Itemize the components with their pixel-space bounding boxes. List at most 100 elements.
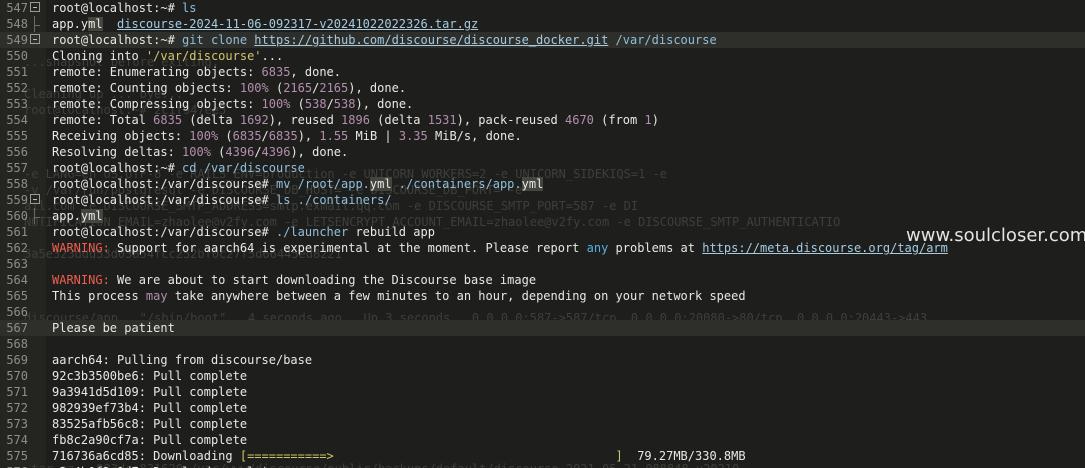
terminal-line[interactable]: 558 root@localhost:/var/discourse# mv /ro… bbox=[0, 176, 1085, 192]
text-segment: 2165 bbox=[319, 81, 349, 95]
text-segment: 6835 bbox=[232, 129, 262, 143]
text-segment: ), done. bbox=[290, 145, 349, 159]
text-segment: ), reused bbox=[268, 113, 342, 127]
terminal-line[interactable]: 548 app.yml discourse-2024-11-06-092317-v… bbox=[0, 16, 1085, 32]
terminal-line[interactable]: 564 WARNING: We are about to start downlo… bbox=[0, 272, 1085, 288]
terminal-line[interactable]: 574 fb8c2a90cf7a: Pull complete bbox=[0, 432, 1085, 448]
terminal-line[interactable]: 566 bbox=[0, 304, 1085, 320]
terminal-line[interactable]: 565 This process may take anywhere betwee… bbox=[0, 288, 1085, 304]
terminal-line[interactable]: 550 Cloning into '/var/discourse'... bbox=[0, 48, 1085, 64]
text-segment: '/var/discourse' bbox=[145, 49, 262, 63]
terminal-line[interactable]: 555 Receiving objects: 100% (6835/6835), … bbox=[0, 128, 1085, 144]
text-segment: 6835 bbox=[268, 129, 298, 143]
line-number: 572 bbox=[6, 401, 28, 415]
link-text[interactable]: discourse-2024-11-06-092317-v20241022022… bbox=[117, 17, 478, 31]
text-segment: 538 bbox=[333, 97, 356, 111]
text-segment: 6835 bbox=[153, 113, 183, 127]
line-number: 570 bbox=[6, 369, 28, 383]
text-segment: WARNING: bbox=[52, 273, 110, 287]
terminal-line[interactable]: 552 remote: Counting objects: 100% (2165/… bbox=[0, 80, 1085, 96]
terminal-line[interactable]: 551 remote: Enumerating objects: 6835, do… bbox=[0, 64, 1085, 80]
text-segment: aarch64: Pulling from discourse/base bbox=[52, 353, 313, 367]
text-segment: Support for aarch64 is experimental at t… bbox=[109, 241, 587, 255]
terminal-line[interactable]: 549 root@localhost:~# git clone https://g… bbox=[0, 32, 1085, 48]
text-segment: /var/discourse bbox=[608, 33, 717, 47]
text-segment: remote: Enumerating objects: bbox=[52, 65, 262, 79]
terminal-line[interactable]: 575 716736a6cd85: Downloading [==========… bbox=[0, 448, 1085, 464]
line-text: 716736a6cd85: Downloading [===========> … bbox=[52, 448, 746, 464]
terminal-line[interactable]: 554 remote: Total 6835 (delta 1692), reus… bbox=[0, 112, 1085, 128]
text-segment: / bbox=[261, 129, 269, 143]
fold-end-icon bbox=[34, 208, 40, 224]
line-number: 575 bbox=[6, 449, 28, 463]
terminal-line[interactable]: 556 Resolving deltas: 100% (4396/4396), d… bbox=[0, 144, 1085, 160]
terminal-line[interactable]: 559 root@localhost:/var/discourse# ls ./c… bbox=[0, 192, 1085, 208]
terminal-window[interactable]: ...snapshot before exiting. Cleaning up .… bbox=[0, 0, 1085, 468]
line-number: 555 bbox=[6, 129, 28, 143]
terminal-line[interactable]: 553 remote: Compressing objects: 100% (53… bbox=[0, 96, 1085, 112]
text-segment: ), pack-reused bbox=[456, 113, 565, 127]
line-text: WARNING: We are about to start downloadi… bbox=[52, 272, 536, 288]
text-segment: remote: Compressing objects: bbox=[52, 97, 262, 111]
text-segment: ), bbox=[297, 129, 320, 143]
text-segment: fb8c2a90cf7a: Pull complete bbox=[52, 433, 248, 447]
text-segment: / bbox=[326, 97, 334, 111]
terminal-line[interactable]: 571 9a3941d5d109: Pull complete bbox=[0, 384, 1085, 400]
line-number: 571 bbox=[6, 385, 28, 399]
terminal-line[interactable]: 576 e3a4b0f2c1d7: Download complete bbox=[0, 464, 1085, 468]
text-segment: app. bbox=[52, 209, 81, 223]
line-number: 549 bbox=[6, 33, 28, 47]
terminal-line[interactable]: 569 aarch64: Pulling from discourse/base bbox=[0, 352, 1085, 368]
terminal-line[interactable]: 563 bbox=[0, 256, 1085, 272]
text-segment bbox=[103, 17, 117, 31]
text-segment: 1531 bbox=[427, 113, 457, 127]
text-segment: app.y bbox=[52, 17, 89, 31]
line-text: remote: Compressing objects: 100% (538/5… bbox=[52, 96, 413, 112]
text-segment: root@localhost:/var/discourse# bbox=[52, 225, 276, 239]
text-segment: (delta bbox=[182, 113, 240, 127]
text-segment: rebuild app bbox=[348, 225, 435, 239]
text-segment: ( bbox=[268, 81, 284, 95]
line-text: root@localhost:~# git clone https://gith… bbox=[52, 32, 717, 48]
terminal-line[interactable]: 572 982939ef73b4: Pull complete bbox=[0, 400, 1085, 416]
text-segment: 2165 bbox=[283, 81, 313, 95]
terminal-line[interactable]: 570 92c3b3500be6: Pull complete bbox=[0, 368, 1085, 384]
line-text: Please be patient bbox=[52, 320, 175, 336]
text-segment: ), done. bbox=[355, 97, 414, 111]
link-text[interactable]: https://github.com/discourse/discourse_d… bbox=[254, 33, 608, 47]
line-number: 554 bbox=[6, 113, 28, 127]
line-text: This process may take anywhere between a… bbox=[52, 288, 746, 304]
line-text: 9a3941d5d109: Pull complete bbox=[52, 384, 247, 400]
text-segment: 100% bbox=[189, 129, 219, 143]
terminal-line[interactable]: 547 root@localhost:~# ls bbox=[0, 0, 1085, 16]
terminal-line[interactable]: 573 83525afb56c8: Pull complete bbox=[0, 416, 1085, 432]
line-number: 560 bbox=[6, 209, 28, 223]
terminal-line[interactable]: 560 app.yml bbox=[0, 208, 1085, 224]
line-number: 547 bbox=[6, 1, 28, 15]
text-segment: ./containers/app. bbox=[391, 177, 522, 191]
text-segment: Resolving deltas: bbox=[52, 145, 183, 159]
line-number: 564 bbox=[6, 273, 28, 287]
text-segment: , done. bbox=[290, 65, 341, 79]
text-segment: take anywhere between a few minutes to a… bbox=[167, 289, 746, 303]
line-number: 563 bbox=[6, 257, 28, 271]
text-segment: / bbox=[254, 145, 262, 159]
text-segment: MiB/s, done. bbox=[427, 129, 522, 143]
text-segment: Please be patient bbox=[52, 321, 175, 335]
line-number: 548 bbox=[6, 17, 28, 31]
line-text: remote: Counting objects: 100% (2165/216… bbox=[52, 80, 406, 96]
text-segment: 982939ef73b4: Pull complete bbox=[52, 401, 248, 415]
text-segment: ) bbox=[651, 113, 659, 127]
terminal-line[interactable]: 568 bbox=[0, 336, 1085, 352]
line-text: root@localhost:/var/discourse# mv /root/… bbox=[52, 176, 544, 192]
fold-toggle-icon[interactable] bbox=[30, 194, 40, 204]
fold-toggle-icon[interactable] bbox=[30, 2, 40, 12]
line-number: 550 bbox=[6, 49, 28, 63]
text-segment: problems at bbox=[608, 241, 703, 255]
line-text: app.yml discourse-2024-11-06-092317-v202… bbox=[52, 16, 478, 32]
line-number: 559 bbox=[6, 193, 28, 207]
terminal-line[interactable]: 557 root@localhost:~# cd /var/discourse bbox=[0, 160, 1085, 176]
terminal-line[interactable]: 567 Please be patient bbox=[0, 320, 1085, 336]
fold-toggle-icon[interactable] bbox=[30, 34, 40, 44]
text-segment: root@localhost:~# bbox=[52, 161, 183, 175]
